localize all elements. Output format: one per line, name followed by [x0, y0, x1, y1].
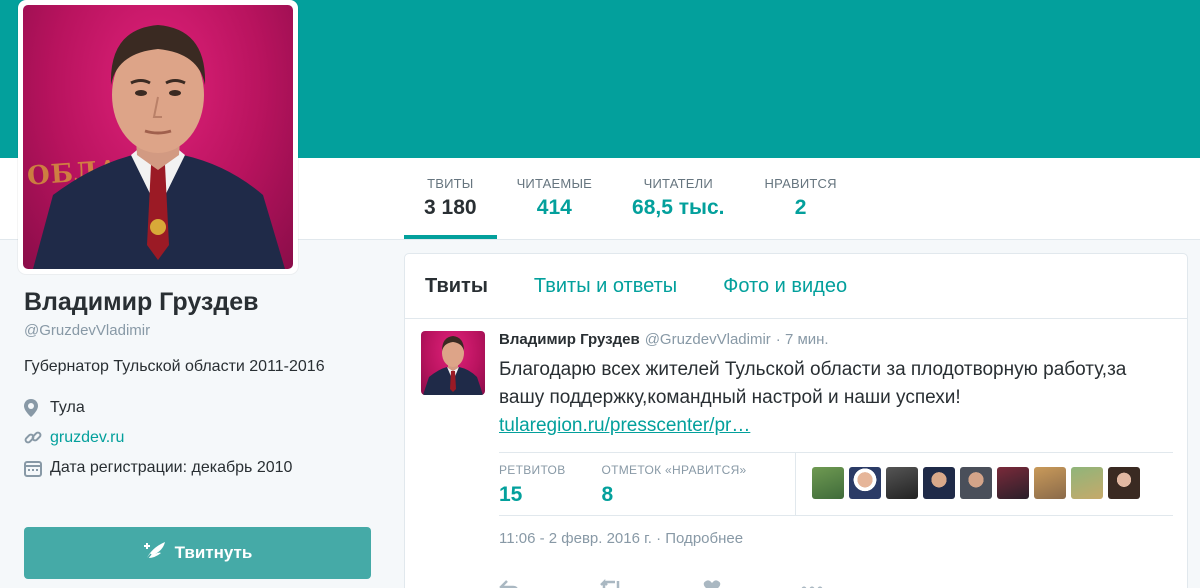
liker-avatar[interactable]: [922, 467, 955, 499]
retweets-count: 15: [499, 483, 523, 506]
stat-value: 3 180: [424, 196, 477, 219]
tweet-link[interactable]: tularegion.ru/presscenter/pr…: [499, 412, 1171, 440]
tweet-avatar[interactable]: [421, 331, 485, 395]
liker-avatar[interactable]: [1070, 467, 1103, 499]
stat-value: 2: [794, 196, 807, 219]
calendar-icon: [24, 459, 50, 477]
stat-label: ТВИТЫ: [427, 176, 474, 191]
stat-label: ЧИТАЕМЫЕ: [516, 176, 593, 191]
profile-bio: Губернатор Тульской области 2011-2016: [24, 358, 325, 375]
profile-stats: ТВИТЫ 3 180 ЧИТАЕМЫЕ 414 ЧИТАТЕЛИ 68,5 т…: [404, 158, 857, 240]
link-icon: [24, 429, 50, 447]
stat-tweets[interactable]: ТВИТЫ 3 180: [404, 158, 497, 240]
more-icon[interactable]: [801, 579, 823, 588]
reply-icon[interactable]: [499, 579, 519, 588]
retweets-label: РЕТВИТОВ: [499, 463, 566, 477]
tab-tweets-and-replies[interactable]: Твиты и ответы: [534, 275, 677, 298]
tweet-timestamp[interactable]: · 7 мин.: [776, 331, 829, 348]
stat-followers[interactable]: ЧИТАТЕЛИ 68,5 тыс.: [612, 158, 744, 240]
liker-avatar[interactable]: [996, 467, 1029, 499]
retweet-icon[interactable]: [599, 578, 623, 588]
tab-photos-and-videos[interactable]: Фото и видео: [723, 275, 847, 298]
tweet-button[interactable]: Твитнуть: [24, 527, 371, 579]
liker-avatar[interactable]: [885, 467, 918, 499]
tweet-button-label: Твитнуть: [174, 543, 253, 562]
tweet-author-handle[interactable]: @GruzdevVladimir: [645, 331, 771, 348]
profile-location: Тула: [24, 393, 374, 423]
location-text: Тула: [50, 399, 85, 416]
quill-icon: [143, 540, 169, 567]
liker-avatars: [811, 453, 1140, 499]
joined-text: Дата регистрации: декабрь 2010: [50, 459, 293, 476]
heart-icon[interactable]: [703, 579, 721, 588]
tweet-text: Благодарю всех жителей Тульской области …: [499, 359, 1127, 408]
liker-avatar[interactable]: [848, 467, 881, 499]
tweet-stats: РЕТВИТОВ 15 ОТМЕТОК «НРАВИТСЯ» 8: [499, 452, 1173, 516]
liker-avatar[interactable]: [811, 467, 844, 499]
stat-value: 68,5 тыс.: [632, 196, 725, 219]
likes-count: 8: [601, 483, 614, 506]
profile-name[interactable]: Владимир Груздев: [24, 288, 374, 317]
tweet-author-name[interactable]: Владимир Груздев: [499, 331, 640, 348]
profile-avatar[interactable]: ОБЛАСТ: [18, 0, 298, 274]
stat-label: ЧИТАТЕЛИ: [643, 176, 713, 191]
likes-label: ОТМЕТОК «НРАВИТСЯ»: [601, 463, 747, 477]
tweet-retweets[interactable]: РЕТВИТОВ 15: [499, 453, 602, 507]
profile-sidebar: Владимир Груздев @GruzdevVladimir Губерн…: [24, 288, 374, 483]
profile-handle[interactable]: @GruzdevVladimir: [24, 322, 374, 339]
timeline-tabs: Твиты Твиты и ответы Фото и видео: [405, 254, 1187, 319]
profile-joined: Дата регистрации: декабрь 2010: [24, 453, 374, 483]
stats-divider: [794, 453, 796, 515]
tweet-actions: [499, 578, 823, 588]
tweet[interactable]: Владимир Груздев @GruzdevVladimir · 7 ми…: [405, 319, 1187, 547]
stat-value: 414: [536, 196, 572, 219]
liker-avatar[interactable]: [959, 467, 992, 499]
tweet-date[interactable]: 11:06 - 2 февр. 2016 г. · Подробнее: [499, 530, 1171, 547]
tab-tweets[interactable]: Твиты: [425, 275, 488, 298]
location-pin-icon: [24, 399, 50, 417]
profile-website: gruzdev.ru: [24, 423, 374, 453]
liker-avatar[interactable]: [1107, 467, 1140, 499]
tweet-likes[interactable]: ОТМЕТОК «НРАВИТСЯ» 8: [602, 453, 783, 507]
profile-meta: Тула gruzdev.ru Дата регистрации: декабр…: [24, 393, 374, 483]
liker-avatar[interactable]: [1033, 467, 1066, 499]
tweet-header: Владимир Груздев @GruzdevVladimir · 7 ми…: [499, 331, 1171, 348]
stat-label: НРАВИТСЯ: [764, 176, 837, 191]
website-link[interactable]: gruzdev.ru: [50, 429, 124, 447]
stat-following[interactable]: ЧИТАЕМЫЕ 414: [497, 158, 612, 240]
avatar-portrait: [33, 25, 285, 269]
stat-likes[interactable]: НРАВИТСЯ 2: [744, 158, 856, 240]
timeline: Твиты Твиты и ответы Фото и видео Владим…: [404, 253, 1188, 588]
